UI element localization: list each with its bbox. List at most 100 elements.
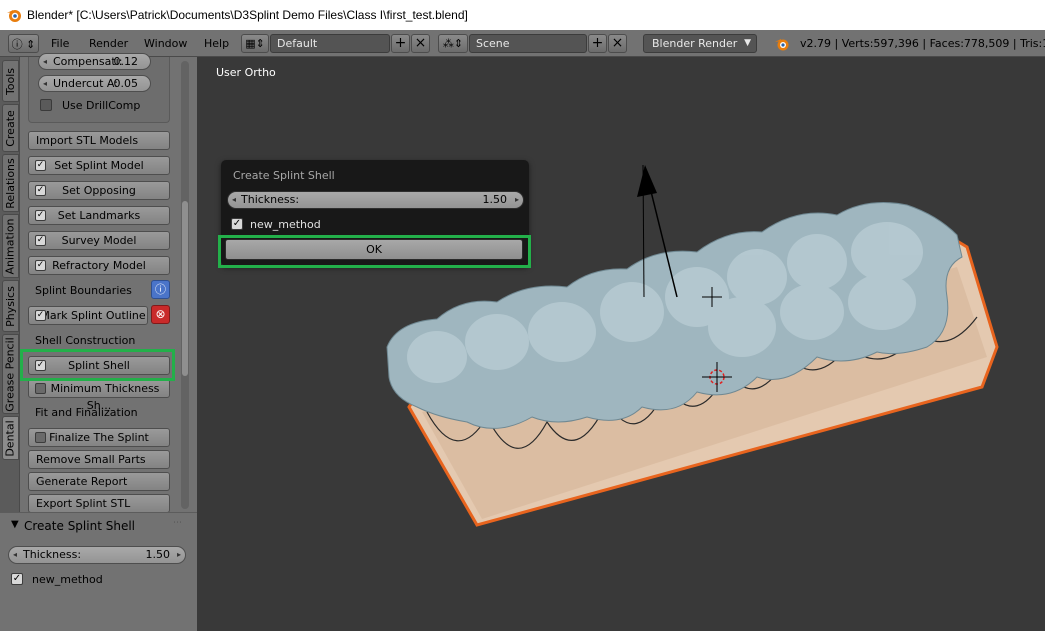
tab-create[interactable]: Create [2, 104, 19, 152]
survey-model-button[interactable]: ✓ Survey Model [28, 231, 170, 250]
undercut-field[interactable]: ◂ Undercut A: 0.05 [38, 75, 151, 92]
compensation-value: 0.12 [113, 55, 139, 68]
editor-type-button[interactable]: ⓘ ⇕ [8, 34, 39, 53]
screen-layout-icon[interactable]: ▦⇕ [241, 34, 269, 53]
dropdown-arrow-icon: ▼ [744, 38, 751, 48]
tab-label: Grease Pencil [4, 336, 18, 412]
popup-thickness-field[interactable]: ◂ Thickness: 1.50 ▸ [227, 191, 524, 209]
info-icon[interactable]: ⓘ [151, 280, 170, 299]
info-icon: ⓘ ⇕ [11, 37, 36, 51]
use-drillcomp-checkbox[interactable] [40, 99, 52, 111]
finalize-splint-button[interactable]: Finalize The Splint [28, 428, 170, 447]
render-engine-select[interactable]: Blender Render ▼ [643, 34, 757, 53]
blender-logo-icon [775, 39, 789, 51]
tab-dental[interactable]: Dental [2, 416, 19, 460]
scrollbar-thumb[interactable] [182, 201, 188, 376]
menu-render[interactable]: Render [89, 37, 128, 50]
export-splint-stl-button[interactable]: Export Splint STL [28, 494, 170, 513]
check-icon: ✓ [35, 160, 46, 171]
menu-help[interactable]: Help [204, 37, 229, 50]
remove-small-parts-button[interactable]: Remove Small Parts [28, 450, 170, 469]
arrow-right-icon[interactable]: ▸ [177, 547, 181, 563]
mark-splint-outline-label: Mark Splint Outline [40, 309, 146, 322]
thickness-value: 1.50 [145, 548, 171, 561]
render-engine-label: Blender Render [652, 37, 738, 50]
layout-grid-icon: ▦⇕ [245, 37, 265, 50]
screen-layout-field[interactable]: Default [270, 34, 390, 53]
arrow-right-icon[interactable]: ▸ [515, 192, 519, 208]
ok-button[interactable]: OK [225, 239, 523, 260]
popup-thickness-value: 1.50 [482, 193, 508, 206]
undercut-value: 0.05 [113, 77, 139, 90]
finalize-splint-label: Finalize The Splint [49, 431, 149, 444]
remove-screen-icon[interactable]: × [411, 34, 430, 53]
operator-title: Create Splint Shell [24, 519, 135, 533]
operator-panel: ▼ Create Splint Shell ⋯ ◂ Thickness: 1.5… [0, 512, 197, 631]
fit-finalization-heading: Fit and Finalization [35, 406, 138, 419]
scene-stats: v2.79 | Verts:597,396 | Faces:778,509 | … [800, 37, 1045, 50]
splint-shell-button[interactable]: ✓ Splint Shell [28, 356, 170, 375]
refractory-model-button[interactable]: ✓ Refractory Model [28, 256, 170, 275]
menu-window[interactable]: Window [144, 37, 187, 50]
tab-label: Dental [4, 419, 18, 457]
check-icon: ✓ [35, 360, 46, 371]
check-icon: ✓ [35, 185, 46, 196]
arrow-left-icon[interactable]: ◂ [232, 192, 236, 208]
popup-title: Create Splint Shell [233, 169, 335, 182]
3d-viewport[interactable]: User Ortho [197, 57, 1045, 631]
operator-thickness-field[interactable]: ◂ Thickness: 1.50 ▸ [8, 546, 186, 564]
blender-logo-icon [7, 10, 21, 22]
popup-new-method-label: new_method [250, 218, 321, 231]
arrow-head-icon [637, 165, 657, 197]
mark-splint-outline-button[interactable]: ✓ Mark Splint Outline [28, 306, 148, 325]
cancel-icon[interactable]: ⊗ [151, 305, 170, 324]
scene-icon: ⁂⇕ [442, 37, 464, 50]
survey-model-label: Survey Model [61, 234, 137, 247]
generate-report-button[interactable]: Generate Report [28, 472, 170, 491]
check-icon: ✓ [35, 210, 46, 221]
remove-scene-icon[interactable]: × [608, 34, 627, 53]
popup-thickness-label: Thickness: [241, 193, 300, 206]
shell-construction-heading: Shell Construction [35, 334, 136, 347]
add-screen-icon[interactable]: + [391, 34, 410, 53]
import-stl-button[interactable]: Import STL Models [28, 131, 170, 150]
set-landmarks-label: Set Landmarks [57, 209, 141, 222]
splint-shell-label: Splint Shell [68, 359, 130, 372]
use-drillcomp-label: Use DrillComp [62, 99, 141, 112]
tab-tools[interactable]: Tools [2, 60, 19, 102]
tab-label: Tools [4, 67, 18, 95]
set-splint-model-button[interactable]: ✓ Set Splint Model [28, 156, 170, 175]
new-method-checkbox[interactable]: ✓ [11, 573, 23, 585]
compensation-label: Compensati: [53, 55, 123, 68]
minimum-thickness-button[interactable]: Minimum Thickness Sh... [28, 379, 170, 412]
create-splint-shell-popup: Create Splint Shell ◂ Thickness: 1.50 ▸ … [221, 160, 529, 266]
compensation-field[interactable]: ◂ Compensati: 0.12 [38, 53, 151, 70]
panel-scrollbar[interactable] [181, 61, 189, 509]
set-landmarks-button[interactable]: ✓ Set Landmarks [28, 206, 170, 225]
set-splint-model-label: Set Splint Model [54, 159, 144, 172]
add-scene-icon[interactable]: + [588, 34, 607, 53]
check-icon: ✓ [35, 260, 46, 271]
set-opposing-button[interactable]: ✓ Set Opposing [28, 181, 170, 200]
popup-new-method-checkbox[interactable]: ✓ [231, 218, 243, 230]
tab-relations[interactable]: Relations [2, 154, 19, 212]
new-method-label: new_method [32, 573, 103, 586]
check-icon: ✓ [35, 235, 46, 246]
tab-animation[interactable]: Animation [2, 214, 19, 278]
set-opposing-label: Set Opposing [62, 184, 136, 197]
menu-file[interactable]: File [51, 37, 69, 50]
window-title: Blender* [C:\Users\Patrick\Documents\D3S… [27, 8, 468, 22]
arrow-left-icon[interactable]: ◂ [43, 54, 47, 69]
arrow-left-icon[interactable]: ◂ [43, 76, 47, 91]
tab-grease-pencil[interactable]: Grease Pencil [2, 334, 19, 414]
dental-model[interactable] [197, 57, 1045, 631]
arrow-left-icon[interactable]: ◂ [13, 547, 17, 563]
drag-grip-icon[interactable]: ⋯ [173, 518, 182, 528]
checkbox-icon [35, 383, 46, 394]
info-header: ⓘ ⇕ File Render Window Help ▦⇕ Default +… [0, 30, 1045, 57]
scene-field[interactable]: Scene [469, 34, 587, 53]
splint-boundaries-heading: Splint Boundaries [35, 284, 132, 297]
tab-physics[interactable]: Physics [2, 280, 19, 332]
scene-selector-icon[interactable]: ⁂⇕ [438, 34, 468, 53]
collapse-triangle-icon[interactable]: ▼ [11, 519, 19, 530]
